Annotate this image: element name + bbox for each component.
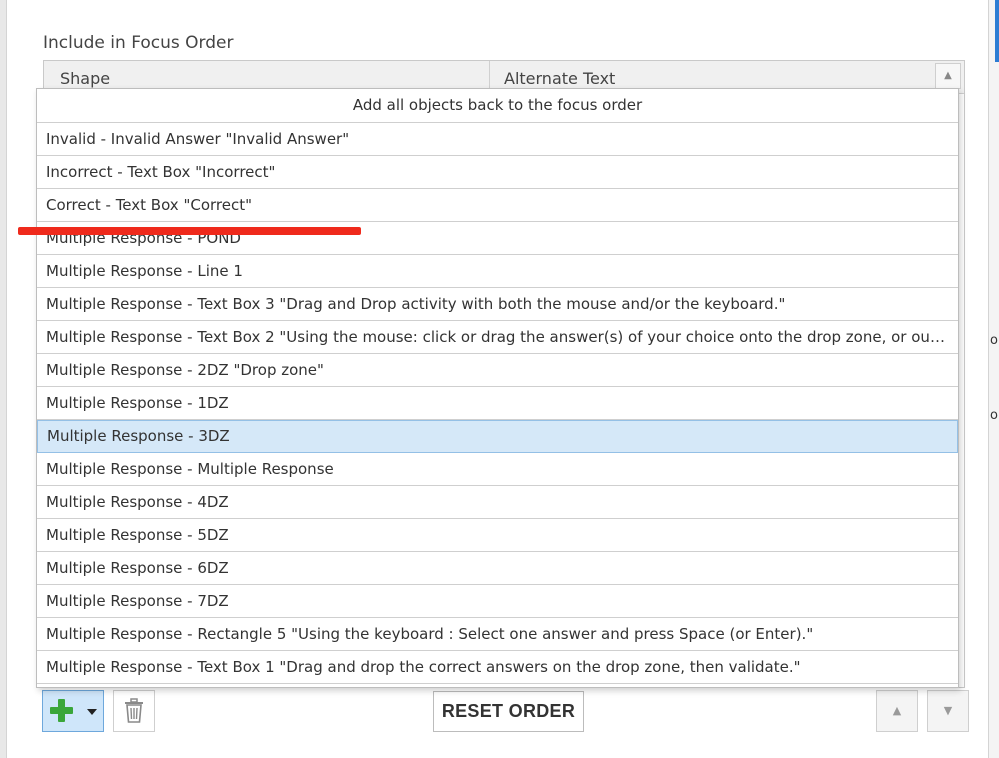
add-all-objects-option[interactable]: Add all objects back to the focus order bbox=[37, 89, 958, 123]
dropdown-item[interactable]: Multiple Response - Text Box 2 "Using th… bbox=[37, 321, 958, 354]
dropdown-item[interactable]: Multiple Response - 1DZ bbox=[37, 387, 958, 420]
background-window-edge bbox=[989, 0, 999, 758]
dropdown-item[interactable]: Multiple Response - Rectangle 5 "Using t… bbox=[37, 618, 958, 651]
scroll-up-button[interactable]: ▲ bbox=[935, 63, 961, 89]
chevron-down-icon[interactable] bbox=[87, 709, 97, 715]
move-up-button[interactable]: ▲ bbox=[876, 690, 918, 732]
plus-icon bbox=[50, 707, 73, 714]
annotation-strike-line bbox=[18, 227, 361, 235]
dropdown-item-selected[interactable]: Multiple Response - 3DZ bbox=[37, 420, 958, 453]
dropdown-item[interactable]: Multiple Response - 7DZ bbox=[37, 585, 958, 618]
reset-order-button[interactable]: RESET ORDER bbox=[433, 691, 584, 732]
background-accent-bar bbox=[995, 0, 999, 62]
dropdown-item[interactable]: Multiple Response - Text Box 3 "Drag and… bbox=[37, 288, 958, 321]
dropdown-item[interactable]: Correct - Text Box "Correct" bbox=[37, 189, 958, 222]
dropdown-item[interactable]: Multiple Response - 4DZ bbox=[37, 486, 958, 519]
dropdown-item[interactable]: Incorrect - Text Box "Incorrect" bbox=[37, 156, 958, 189]
dropdown-item[interactable]: Multiple Response - 6DZ bbox=[37, 552, 958, 585]
background-text-fragment: o bbox=[990, 408, 998, 423]
section-label: Include in Focus Order bbox=[43, 33, 234, 53]
add-objects-dropdown[interactable]: Add all objects back to the focus order … bbox=[36, 88, 959, 688]
background-text-fragment: o bbox=[990, 333, 998, 348]
dropdown-item[interactable]: Multiple Response - Multiple Response bbox=[37, 453, 958, 486]
dropdown-item[interactable]: Multiple Response - Text Box 1 "Drag and… bbox=[37, 651, 958, 684]
trash-icon bbox=[125, 698, 143, 723]
delete-button[interactable] bbox=[113, 690, 155, 732]
add-object-button[interactable] bbox=[42, 690, 104, 732]
dropdown-item[interactable]: Multiple Response - 5DZ bbox=[37, 519, 958, 552]
move-down-button[interactable]: ▼ bbox=[927, 690, 969, 732]
dropdown-item[interactable]: Invalid - Invalid Answer "Invalid Answer… bbox=[37, 123, 958, 156]
dropdown-item[interactable]: Multiple Response - 2DZ "Drop zone" bbox=[37, 354, 958, 387]
dropdown-item[interactable]: Multiple Response - Line 1 bbox=[37, 255, 958, 288]
